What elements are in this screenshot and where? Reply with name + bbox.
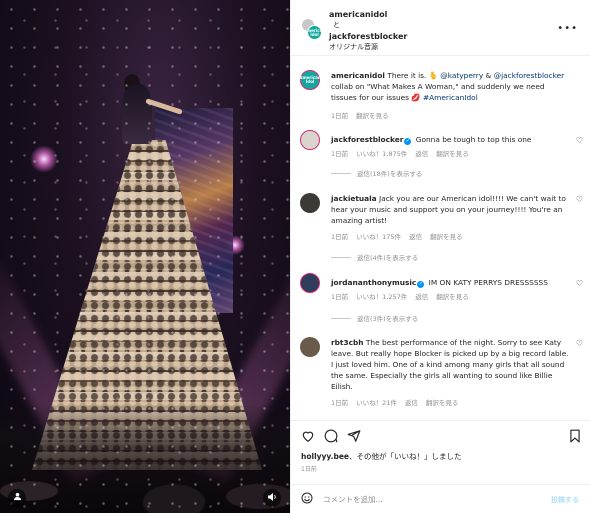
person-icon xyxy=(13,492,22,504)
audio-link[interactable]: オリジナル音源 xyxy=(329,42,407,53)
view-replies-button[interactable]: 返信(3件)を表示する xyxy=(331,313,418,323)
comment-time[interactable]: 1日前 xyxy=(331,397,348,407)
comment-like-icon[interactable]: ♡ xyxy=(576,279,583,288)
collab-avatars[interactable]: American Idol xyxy=(301,18,322,40)
likes-summary: hollyyy.bee、その他が「いいね！」しました xyxy=(301,452,462,461)
comment-username[interactable]: rbt3cbh xyxy=(331,338,364,347)
avatar[interactable] xyxy=(300,337,320,357)
emoji-icon[interactable] xyxy=(301,492,313,507)
comment-icon[interactable] xyxy=(324,429,338,446)
translate-link[interactable]: 翻訳を見る xyxy=(436,148,469,158)
comment-likes[interactable]: いいね！1,257件 xyxy=(356,291,407,301)
view-replies-button[interactable]: 返信(4件)を表示する xyxy=(331,252,418,262)
post-action-bar xyxy=(291,420,590,450)
avatar[interactable] xyxy=(300,130,320,150)
add-comment-input[interactable] xyxy=(323,491,523,507)
post-media[interactable] xyxy=(0,0,290,513)
comment-text: Gonna be tough to top this one xyxy=(415,135,532,144)
translate-link[interactable]: 翻訳を見る xyxy=(430,231,463,241)
comment-like-icon[interactable]: ♡ xyxy=(576,339,583,348)
comment-likes[interactable]: いいね！21件 xyxy=(356,397,397,407)
liker-username[interactable]: hollyyy.bee xyxy=(301,452,349,461)
translate-link[interactable]: 翻訳を見る xyxy=(356,110,389,120)
post-time[interactable]: 1日前 xyxy=(301,464,317,473)
share-icon[interactable] xyxy=(347,429,361,446)
author-username[interactable]: americanidol xyxy=(329,9,407,20)
avatar[interactable] xyxy=(300,273,320,293)
avatar[interactable]: American Idol xyxy=(307,25,322,40)
view-replies-button[interactable]: 返信(18件)を表示する xyxy=(331,168,422,178)
avatar[interactable] xyxy=(300,193,320,213)
reply-button[interactable]: 返信 xyxy=(405,397,418,407)
post-comment-button[interactable]: 投稿する xyxy=(551,495,579,505)
speaker-icon xyxy=(267,492,277,505)
comments-list[interactable]: American Idol americanidol There it is. … xyxy=(291,57,590,414)
more-options-icon[interactable]: ••• xyxy=(557,23,578,34)
reply-button[interactable]: 返信 xyxy=(415,148,428,158)
translate-link[interactable]: 翻訳を見る xyxy=(426,397,459,407)
mention-link[interactable]: @jackforestblocker xyxy=(494,71,565,80)
comment-username[interactable]: jackforestblocker xyxy=(331,135,403,144)
caption-time[interactable]: 1日前 xyxy=(331,110,348,120)
tagged-users-button[interactable] xyxy=(8,489,26,507)
verified-badge-icon: ✓ xyxy=(417,281,425,288)
comment-like-icon[interactable]: ♡ xyxy=(576,136,583,145)
collab-connector: と xyxy=(333,21,340,29)
heart-icon[interactable] xyxy=(301,429,315,446)
post-header: American Idol americanidol と jackforestb… xyxy=(291,0,590,56)
reply-button[interactable]: 返信 xyxy=(415,291,428,301)
bookmark-icon[interactable] xyxy=(569,429,581,446)
comment-username[interactable]: jordananthonymusic xyxy=(331,278,416,287)
confetti xyxy=(0,0,290,513)
comment-time[interactable]: 1日前 xyxy=(331,291,348,301)
comment-like-icon[interactable]: ♡ xyxy=(576,195,583,204)
comment-time[interactable]: 1日前 xyxy=(331,231,348,241)
reply-button[interactable]: 返信 xyxy=(409,231,422,241)
comment-username[interactable]: jackietuala xyxy=(331,194,377,203)
comment-text: IM ON KATY PERRYS DRESSSSSS xyxy=(428,278,548,287)
verified-badge-icon: ✓ xyxy=(404,138,412,145)
comment-text: The best performance of the night. Sorry… xyxy=(331,338,569,391)
caption-text: There it is. 🫰 xyxy=(387,71,441,80)
mention-link[interactable]: @katyperry xyxy=(440,71,483,80)
caption-username[interactable]: americanidol xyxy=(331,71,385,80)
post-side-panel: American Idol americanidol と jackforestb… xyxy=(290,0,590,513)
add-comment-bar: 投稿する xyxy=(291,484,590,513)
sound-toggle-button[interactable] xyxy=(263,489,281,507)
hashtag-link[interactable]: #AmericanIdol xyxy=(423,93,478,102)
comment-likes[interactable]: いいね！1,875件 xyxy=(356,148,407,158)
avatar[interactable]: American Idol xyxy=(299,70,321,90)
translate-link[interactable]: 翻訳を見る xyxy=(436,291,469,301)
comment-likes[interactable]: いいね！175件 xyxy=(356,231,401,241)
collab-username[interactable]: jackforestblocker xyxy=(329,31,407,42)
comment-time[interactable]: 1日前 xyxy=(331,148,348,158)
